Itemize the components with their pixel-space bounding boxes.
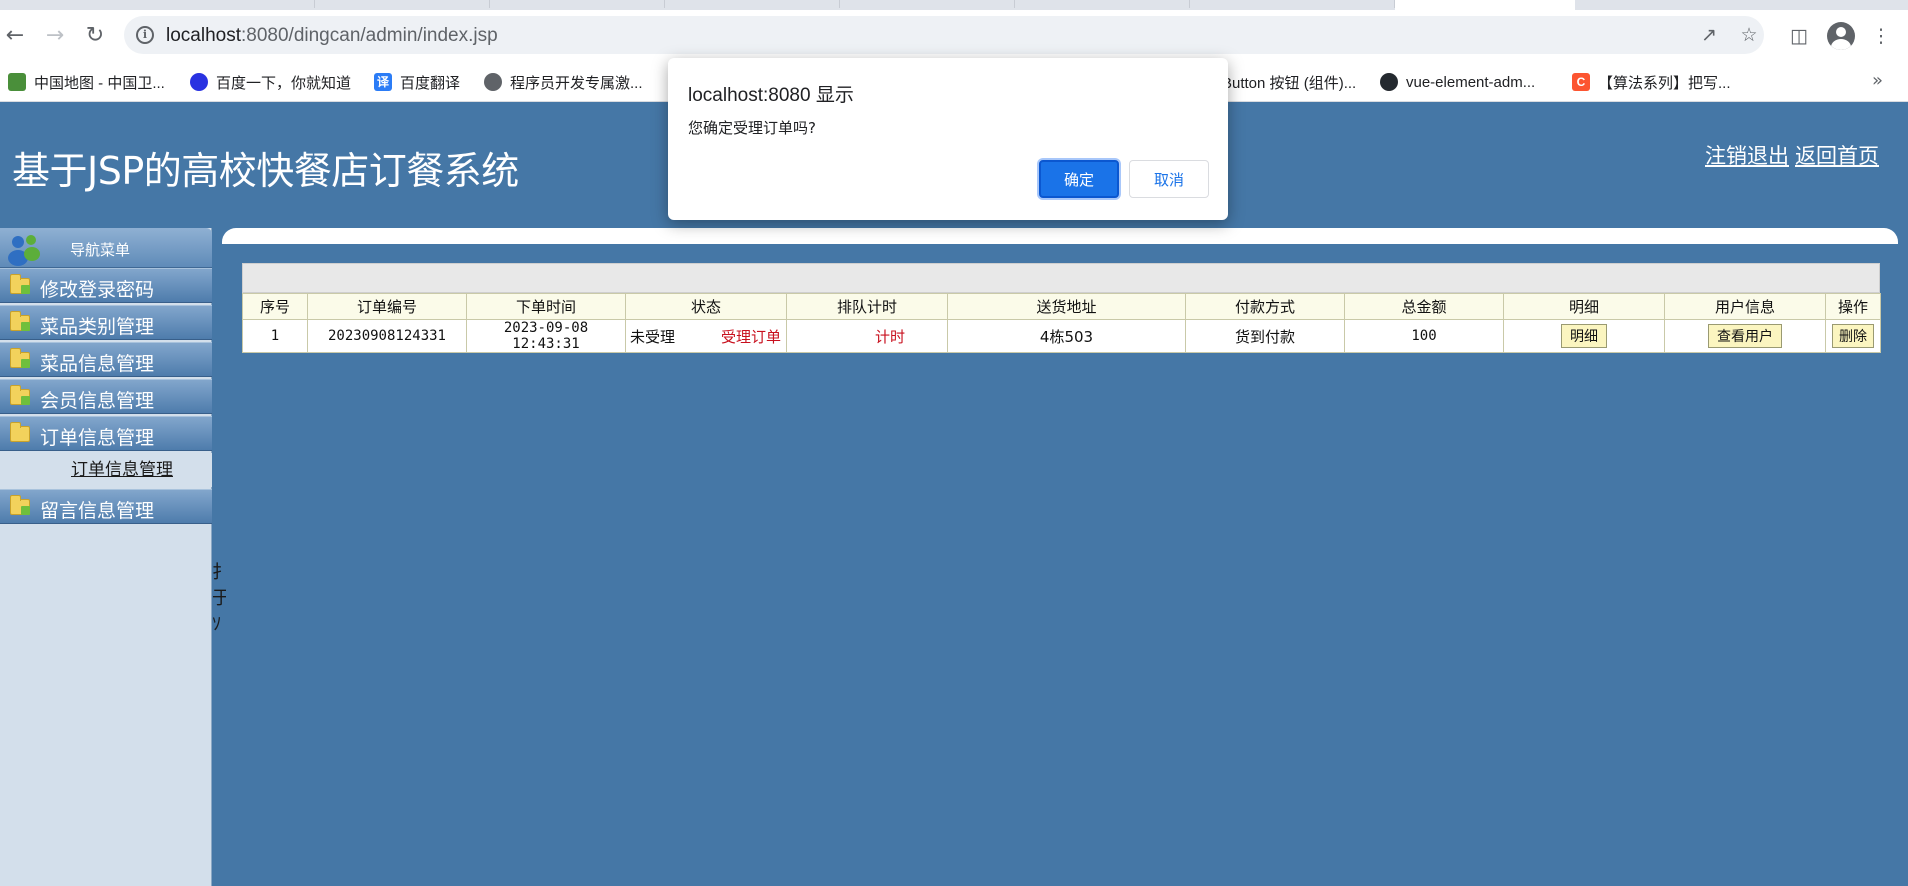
cell-action: 删除 [1825, 319, 1881, 353]
baidu-paw-icon [190, 73, 208, 91]
browser-tab[interactable] [1015, 0, 1190, 8]
folder-icon [10, 274, 30, 294]
folder-icon [10, 311, 30, 331]
header-links: 注销退出 返回首页 [1705, 140, 1879, 170]
cell-payment: 货到付款 [1185, 319, 1345, 353]
dialog-message: 您确定受理订单吗? [688, 119, 816, 137]
column-header: 送货地址 [947, 293, 1186, 320]
bookmark-item[interactable]: 中国地图 - 中国卫... [8, 70, 165, 94]
bookmark-item[interactable]: 百度一下，你就知道 [190, 70, 351, 94]
sidebar-item-dish-category[interactable]: 菜品类别管理 [0, 305, 212, 340]
map-favicon-icon [8, 73, 26, 91]
share-icon[interactable]: ↗ [1698, 24, 1720, 46]
cell-address: 4栋503 [947, 319, 1186, 353]
cell-user: 查看用户 [1664, 319, 1826, 353]
github-icon [1380, 73, 1398, 91]
bookmark-item[interactable]: Button 按钮 (组件)... [1222, 70, 1356, 94]
browser-tab-active[interactable] [1395, 0, 1575, 10]
sidebar-item-order-info[interactable]: 订单信息管理 [0, 416, 212, 451]
browser-tab[interactable] [665, 0, 840, 8]
folder-open-icon [10, 422, 30, 442]
bookmark-item[interactable]: 译百度翻译 [374, 70, 460, 94]
cell-index: 1 [242, 319, 308, 353]
back-arrow-icon[interactable]: ← [0, 20, 30, 50]
more-bookmarks-icon[interactable]: » [1872, 70, 1883, 91]
column-header: 操作 [1825, 293, 1881, 320]
side-panel-icon[interactable]: ◫ [1786, 23, 1812, 49]
column-header: 用户信息 [1664, 293, 1826, 320]
sidebar: 导航菜单 修改登录密码 菜品类别管理 菜品信息管理 会员信息管理 订单信息管理 … [0, 228, 212, 886]
browser-tab[interactable] [315, 0, 490, 8]
browser-tab[interactable] [840, 0, 1015, 8]
column-header: 订单编号 [307, 293, 467, 320]
sidebar-item-message-info[interactable]: 留言信息管理 [0, 489, 212, 524]
translate-icon: 译 [374, 73, 392, 91]
browser-tab[interactable] [490, 0, 665, 8]
clipped-text-fragment: 扌 于 ｿ [212, 562, 226, 635]
sidebar-item-member-info[interactable]: 会员信息管理 [0, 379, 212, 414]
sidebar-item-change-password[interactable]: 修改登录密码 [0, 268, 212, 303]
column-header: 总金额 [1344, 293, 1504, 320]
timer-link[interactable]: 计时 [875, 328, 905, 346]
sidebar-item-dish-info[interactable]: 菜品信息管理 [0, 342, 212, 377]
forward-arrow-icon[interactable]: → [40, 20, 70, 50]
csdn-icon: C [1572, 73, 1590, 91]
order-table: 序号 订单编号 下单时间 状态 排队计时 送货地址 付款方式 总金额 明细 用户… [242, 293, 1881, 353]
sidebar-header-label: 导航菜单 [70, 241, 131, 259]
cell-status: 未受理 受理订单 [625, 319, 787, 353]
profile-avatar-icon[interactable] [1827, 22, 1855, 50]
cell-detail: 明细 [1503, 319, 1665, 353]
bookmark-item[interactable]: vue-element-adm... [1380, 70, 1535, 94]
cell-order-time: 2023-09-08 12:43:31 [466, 319, 626, 353]
address-bar[interactable]: i localhost:8080/dingcan/admin/index.jsp… [124, 16, 1764, 54]
delete-button[interactable]: 删除 [1832, 324, 1874, 348]
bookmark-item[interactable]: C 【算法系列】把写... [1572, 70, 1731, 94]
status-text: 未受理 [630, 327, 676, 346]
confirm-button[interactable]: 确定 [1039, 160, 1119, 198]
order-table-container: 序号 订单编号 下单时间 状态 排队计时 送货地址 付款方式 总金额 明细 用户… [242, 263, 1881, 353]
sidebar-header: 导航菜单 [0, 228, 212, 268]
content-panel-top [222, 228, 1898, 244]
cancel-button[interactable]: 取消 [1129, 160, 1209, 198]
reload-icon[interactable]: ↻ [80, 20, 110, 50]
dialog-title: localhost:8080 显示 [688, 85, 854, 106]
column-header: 排队计时 [786, 293, 948, 320]
browser-tab[interactable] [1190, 0, 1395, 8]
cell-timer: 计时 [786, 319, 948, 353]
globe-icon [484, 73, 502, 91]
column-header: 明细 [1503, 293, 1665, 320]
page-title: 基于JSP的高校快餐店订餐系统 [12, 149, 519, 193]
browser-tab[interactable] [160, 0, 315, 8]
logout-link[interactable]: 注销退出 [1705, 140, 1789, 170]
bookmark-star-icon[interactable]: ☆ [1738, 24, 1760, 46]
menu-kebab-icon[interactable]: ⋮ [1868, 23, 1894, 49]
table-title-bar [242, 263, 1880, 293]
table-row: 1 20230908124331 2023-09-08 12:43:31 未受理… [242, 319, 1881, 353]
site-info-icon[interactable]: i [136, 26, 154, 44]
folder-icon [10, 348, 30, 368]
submenu-link-order-info[interactable]: 订单信息管理 [71, 460, 173, 480]
column-header: 序号 [242, 293, 308, 320]
users-icon [8, 235, 40, 266]
folder-icon [10, 385, 30, 405]
column-header: 下单时间 [466, 293, 626, 320]
confirm-dialog: localhost:8080 显示 您确定受理订单吗? 确定 取消 [668, 58, 1228, 220]
browser-toolbar: ← → ↻ i localhost:8080/dingcan/admin/ind… [0, 10, 1908, 62]
view-user-button[interactable]: 查看用户 [1708, 324, 1782, 348]
home-link[interactable]: 返回首页 [1795, 140, 1879, 170]
url-text[interactable]: localhost:8080/dingcan/admin/index.jsp [166, 25, 498, 47]
detail-button[interactable]: 明细 [1561, 324, 1607, 348]
submenu-order-info: 订单信息管理 [0, 453, 212, 487]
browser-tab-strip [0, 0, 1908, 10]
cell-order-no: 20230908124331 [307, 319, 467, 353]
column-header: 状态 [625, 293, 787, 320]
accept-order-link[interactable]: 受理订单 [721, 326, 786, 347]
table-header-row: 序号 订单编号 下单时间 状态 排队计时 送货地址 付款方式 总金额 明细 用户… [242, 293, 1881, 320]
column-header: 付款方式 [1185, 293, 1345, 320]
cell-amount: 100 [1344, 319, 1504, 353]
folder-icon [10, 495, 30, 515]
bookmark-item[interactable]: 程序员开发专属激... [484, 70, 643, 94]
